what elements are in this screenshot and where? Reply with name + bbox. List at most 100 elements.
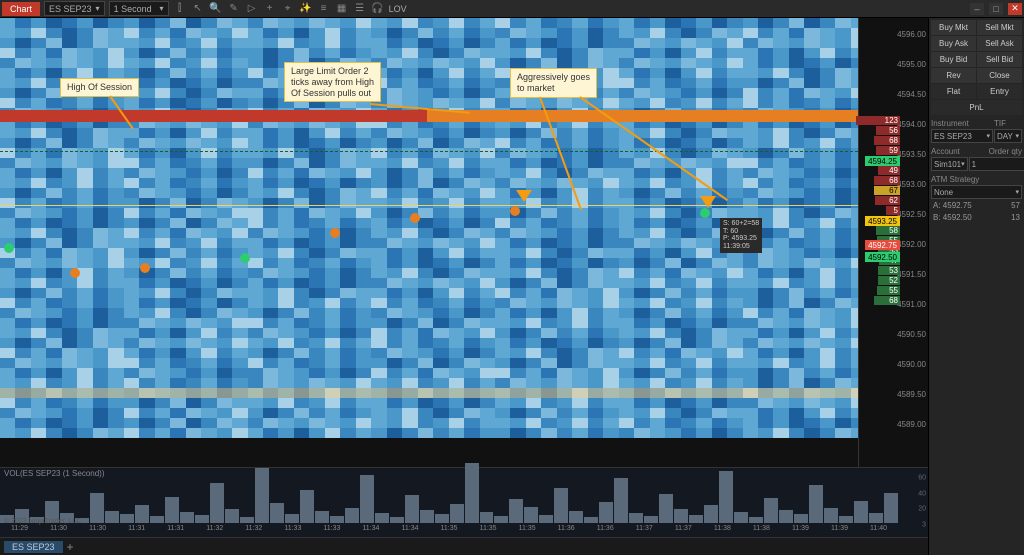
volume-bar bbox=[180, 512, 194, 523]
account-label: Account bbox=[931, 147, 981, 156]
time-tick: 11:38 bbox=[703, 525, 742, 537]
lov-label: LOV bbox=[389, 4, 407, 14]
arrow-3a-head bbox=[516, 190, 532, 202]
volume-title: VOL(ES SEP23 (1 Second)) bbox=[4, 469, 105, 478]
volume-bar bbox=[584, 517, 598, 523]
heatmap-row bbox=[0, 158, 928, 168]
bars-icon[interactable]: ⫿ bbox=[173, 2, 187, 16]
volume-bar bbox=[719, 471, 733, 523]
volume-bar bbox=[569, 511, 583, 523]
time-tick: 11:37 bbox=[625, 525, 664, 537]
heatmap-row bbox=[0, 248, 928, 258]
heatmap-row bbox=[0, 58, 928, 68]
draw-icon[interactable]: ✎ bbox=[227, 2, 241, 16]
pointer-icon[interactable]: ▷ bbox=[245, 2, 259, 16]
ask-price: 4592.75 bbox=[943, 201, 972, 210]
volume-bar bbox=[884, 493, 898, 523]
volume-bar bbox=[315, 511, 329, 523]
qty-input[interactable] bbox=[969, 157, 1024, 171]
chart-area[interactable]: High Of Session Large Limit Order 2 tick… bbox=[0, 18, 928, 555]
volume-panel[interactable]: VOL(ES SEP23 (1 Second)) 6040203 © 2023 … bbox=[0, 467, 928, 537]
list-icon[interactable]: ☰ bbox=[353, 2, 367, 16]
volume-bar bbox=[345, 508, 359, 523]
price-label: 4591.50 bbox=[897, 270, 926, 279]
instrument-field[interactable]: ES SEP23 bbox=[931, 129, 993, 143]
heatmap-row bbox=[0, 288, 928, 298]
sell-mkt-button[interactable]: Sell Mkt bbox=[977, 20, 1022, 35]
close-button[interactable]: ✕ bbox=[1008, 3, 1022, 15]
volume-bar bbox=[375, 513, 389, 523]
price-label: 4592.00 bbox=[897, 240, 926, 249]
buy-ask-button[interactable]: Buy Ask bbox=[931, 36, 976, 51]
ruler-icon[interactable]: ≡ bbox=[317, 2, 331, 16]
volume-bar bbox=[270, 503, 284, 523]
heatmap-row bbox=[0, 138, 928, 148]
arrow-3b-head bbox=[700, 196, 716, 208]
heatmap-row bbox=[0, 128, 928, 138]
qty-label: Order qty bbox=[982, 147, 1022, 156]
sell-ask-button[interactable]: Sell Ask bbox=[977, 36, 1022, 51]
volume-bar bbox=[779, 510, 793, 523]
heatmap-row bbox=[0, 348, 928, 358]
time-tick: 11:31 bbox=[156, 525, 195, 537]
entry-button[interactable]: Entry bbox=[977, 84, 1022, 99]
volume-y-axis: 6040203 bbox=[902, 478, 926, 525]
buy-bid-button[interactable]: Buy Bid bbox=[931, 52, 976, 67]
volume-bar bbox=[300, 490, 314, 523]
volume-bar bbox=[255, 468, 269, 523]
instrument-select[interactable]: ES SEP23 bbox=[44, 1, 105, 16]
chart-tab[interactable]: Chart bbox=[2, 2, 40, 16]
ask-size: 57 bbox=[1011, 201, 1020, 210]
time-tick: 11:35 bbox=[430, 525, 469, 537]
cursor-icon[interactable]: ↖ bbox=[191, 2, 205, 16]
pnl-button[interactable]: PnL bbox=[931, 100, 1022, 115]
buy-mkt-button[interactable]: Buy Mkt bbox=[931, 20, 976, 35]
depth-bar: 49 bbox=[878, 166, 900, 175]
minimize-button[interactable]: – bbox=[970, 3, 984, 15]
volume-bar bbox=[494, 516, 508, 523]
bottom-tab[interactable]: ES SEP23 bbox=[4, 541, 63, 553]
interval-select[interactable]: 1 Second bbox=[109, 1, 169, 16]
volume-bar bbox=[764, 498, 778, 523]
price-axis[interactable]: 4596.004595.004594.504594.004593.504593.… bbox=[858, 18, 928, 467]
volume-bar bbox=[599, 502, 613, 523]
atm-value: None bbox=[934, 188, 953, 197]
grid-icon[interactable]: ▦ bbox=[335, 2, 349, 16]
tif-select[interactable]: DAY bbox=[994, 129, 1022, 143]
atm-select[interactable]: None bbox=[931, 185, 1022, 199]
depth-bar: 53 bbox=[878, 266, 900, 275]
heatmap[interactable]: High Of Session Large Limit Order 2 tick… bbox=[0, 18, 928, 467]
maximize-button[interactable]: □ bbox=[989, 3, 1003, 15]
add-tab-button[interactable]: + bbox=[67, 540, 74, 554]
volume-bar bbox=[554, 488, 568, 523]
volume-bar bbox=[195, 515, 209, 523]
rev-button[interactable]: Rev bbox=[931, 68, 976, 83]
close-pos-button[interactable]: Close bbox=[977, 68, 1022, 83]
high-of-session-line bbox=[0, 151, 928, 152]
volume-bar bbox=[839, 516, 853, 523]
account-value: Sim101 bbox=[934, 160, 961, 169]
sell-bid-button[interactable]: Sell Bid bbox=[977, 52, 1022, 67]
headphones-icon[interactable]: 🎧 bbox=[371, 2, 385, 16]
depth-bar: 55 bbox=[877, 286, 900, 295]
flat-button[interactable]: Flat bbox=[931, 84, 976, 99]
heatmap-row bbox=[0, 328, 928, 338]
time-tick: 11:30 bbox=[39, 525, 78, 537]
time-tick: 11:32 bbox=[234, 525, 273, 537]
zoom-icon[interactable]: 🔍 bbox=[209, 2, 223, 16]
wand-icon[interactable]: ✨ bbox=[299, 2, 313, 16]
account-select[interactable]: Sim101 bbox=[931, 157, 968, 171]
depth-bar: 52 bbox=[878, 276, 900, 285]
bid-price: 4592.50 bbox=[943, 213, 972, 222]
price-tag: 4592.75 bbox=[865, 240, 900, 250]
crosshair-icon[interactable]: + bbox=[263, 2, 277, 16]
time-axis: 11:2911:3011:3011:3111:3111:3211:3211:33… bbox=[0, 525, 898, 537]
snap-icon[interactable]: ⌖ bbox=[281, 2, 295, 16]
volume-bar bbox=[225, 509, 239, 523]
price-label: 4592.50 bbox=[897, 210, 926, 219]
heatmap-row bbox=[0, 18, 928, 28]
tif-label: TIF bbox=[994, 119, 1022, 128]
top-toolbar: Chart ES SEP23 1 Second ⫿ ↖ 🔍 ✎ ▷ + ⌖ ✨ … bbox=[0, 0, 1024, 18]
time-tick: 11:38 bbox=[742, 525, 781, 537]
order-panel: Buy MktSell Mkt Buy AskSell Ask Buy BidS… bbox=[928, 18, 1024, 555]
